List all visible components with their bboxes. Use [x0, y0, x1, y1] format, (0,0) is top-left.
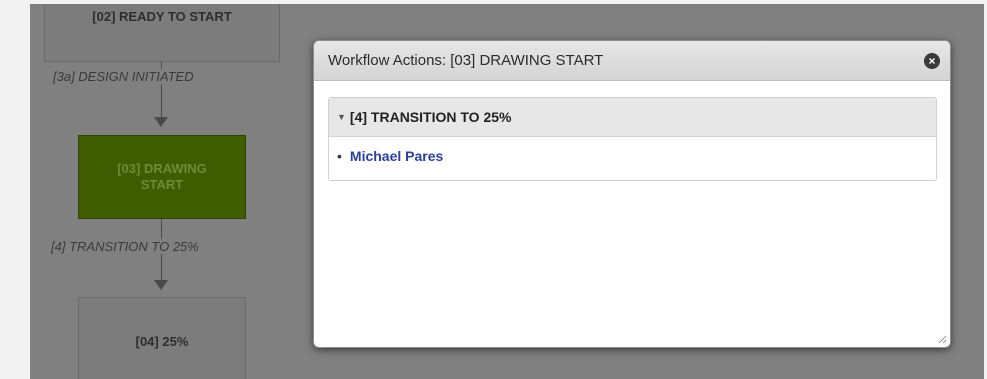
node-label: [02] READY TO START: [92, 9, 232, 24]
arrow-down-icon: [154, 117, 168, 127]
section-header-toggle[interactable]: ▼ [4] TRANSITION TO 25%: [329, 98, 936, 137]
section-header-label: [4] TRANSITION TO 25%: [349, 109, 512, 125]
triangle-down-icon: ▼: [337, 112, 346, 122]
section-body: • Michael Pares: [329, 137, 936, 164]
node-label: [04] 25%: [135, 334, 189, 349]
workflow-node-25-percent[interactable]: [04] 25%: [78, 297, 246, 379]
workflow-actions-dialog: Workflow Actions: [03] DRAWING START × ▼…: [313, 40, 951, 348]
close-icon[interactable]: ×: [924, 53, 940, 69]
dialog-titlebar[interactable]: Workflow Actions: [03] DRAWING START ×: [314, 41, 950, 81]
node-label-line1: [03] DRAWING: [117, 161, 207, 176]
workflow-canvas: [02] READY TO START [3a] DESIGN INITIATE…: [30, 4, 984, 379]
workflow-node-ready-to-start[interactable]: [02] READY TO START: [44, 4, 280, 62]
dialog-title: Workflow Actions: [03] DRAWING START: [328, 52, 604, 69]
user-link-michael-pares[interactable]: Michael Pares: [350, 148, 443, 164]
resize-grip-icon[interactable]: [937, 334, 947, 344]
edge-label-transition-to-25: [4] TRANSITION TO 25%: [50, 239, 200, 254]
edge-label-design-initiated: [3a] DESIGN INITIATED: [52, 69, 195, 84]
action-section: ▼ [4] TRANSITION TO 25% • Michael Pares: [328, 97, 937, 181]
bullet: •: [337, 148, 342, 164]
node-label-line2: START: [140, 177, 184, 192]
arrow-down-icon: [154, 280, 168, 290]
workflow-node-drawing-start[interactable]: [03] DRAWING START: [78, 135, 246, 219]
page-frame: [02] READY TO START [3a] DESIGN INITIATE…: [0, 0, 987, 379]
